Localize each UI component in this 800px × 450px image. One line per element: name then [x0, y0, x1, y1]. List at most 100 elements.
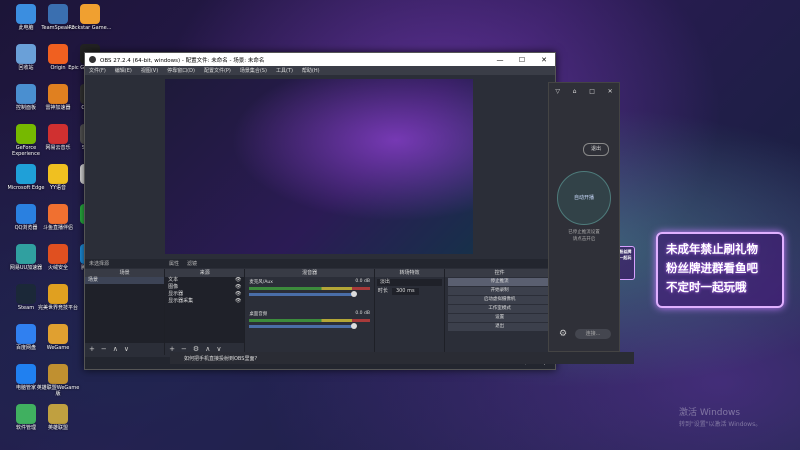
menu-help[interactable]: 帮助(H) [302, 67, 320, 74]
menu-file[interactable]: 文件(F) [89, 67, 106, 74]
notice-bar: 如何把手机直接投射到OBS里面? [170, 352, 634, 364]
scenes-header: 场景 [85, 269, 165, 277]
volume-slider[interactable] [249, 291, 358, 297]
connect-button[interactable]: 连接... [575, 329, 611, 339]
source-label: 文本 [168, 277, 179, 283]
menu-docks[interactable]: 停靠窗口(D) [167, 67, 195, 74]
duration-label: 时长 [377, 288, 388, 294]
preview-canvas[interactable]: 未成年禁止刷礼物 粉丝牌进群看鱼吧 不定时一起玩哦 [165, 79, 635, 280]
scene-item[interactable]: 场景 [85, 277, 165, 284]
app-icon [16, 244, 36, 264]
home-icon[interactable]: ⌂ [573, 88, 577, 95]
app-icon [48, 44, 68, 64]
down-icon[interactable]: ∨ [124, 345, 129, 353]
settings-button[interactable]: 设置 [448, 314, 551, 322]
hint-line: 请点击开启 [572, 237, 596, 242]
window-icon[interactable]: □ [589, 88, 595, 95]
desktop-icon[interactable]: 英雄联盟 [36, 404, 80, 431]
properties-button[interactable]: 属性 [169, 260, 179, 267]
app-icon [16, 284, 36, 304]
scenes-dock: 场景 场景 + − ∧ ∨ [85, 269, 166, 355]
start-recording-button[interactable]: 开始录制 [448, 287, 551, 295]
up-icon[interactable]: ∧ [113, 345, 118, 353]
volume-slider[interactable] [249, 323, 358, 329]
eye-icon[interactable]: 👁 [235, 298, 241, 305]
filters-button[interactable]: 滤镜 [187, 260, 197, 267]
menu-view[interactable]: 视图(V) [141, 67, 158, 74]
remove-icon[interactable]: − [101, 345, 107, 353]
mixer-header: 混音器 [245, 269, 374, 277]
add-icon[interactable]: + [89, 345, 95, 353]
sources-header: 来源 [165, 269, 245, 277]
desktop-icon[interactable]: 英雄联盟WeGame版 [36, 364, 80, 397]
app-icon [16, 164, 36, 184]
windows-activation-watermark: 激活 Windows 转到"设置"以激活 Windows。 [679, 408, 761, 430]
source-label: 图像 [168, 284, 179, 290]
minimize-icon[interactable]: — [489, 56, 511, 64]
volume-meter [249, 287, 370, 290]
promo-line: 未成年禁止刷礼物 [666, 242, 758, 256]
desktop-icon-label: 完美世界竞技平台 [37, 305, 78, 311]
sources-dock: 来源 文本 👁 图像 👁 显示器 👁 显示器采集 👁 + − ⚙ ∧ ∨ [165, 269, 246, 355]
mixer-channel-mic: 麦克风/Aux 0.0 dB [245, 277, 374, 309]
channel-name: 麦克风/Aux [249, 280, 273, 285]
stop-streaming-button[interactable]: 停止推流 [448, 278, 551, 286]
filter-icon[interactable]: ▽ [555, 88, 560, 95]
eye-icon[interactable]: 👁 [235, 291, 241, 298]
app-icon [16, 404, 36, 424]
app-icon [16, 324, 36, 344]
app-icon [48, 364, 68, 384]
app-icon [80, 4, 100, 24]
app-icon [16, 364, 36, 384]
desktop-icon-label: 英雄联盟WeGame版 [36, 385, 80, 397]
slider-knob[interactable] [351, 291, 358, 297]
studio-mode-button[interactable]: 工作室模式 [448, 305, 551, 313]
notice-text[interactable]: 如何把手机直接投射到OBS里面? [184, 355, 257, 362]
eye-icon[interactable]: 👁 [235, 284, 241, 291]
source-item[interactable]: 显示器 👁 [165, 291, 244, 298]
app-icon [48, 124, 68, 144]
app-icon [48, 84, 68, 104]
channel-level: 0.0 dB [355, 311, 370, 316]
no-source-label: 未选择源 [89, 261, 110, 267]
desktop-icon[interactable]: 完美世界竞技平台 [36, 284, 80, 311]
promo-line: 不定时一起玩哦 [666, 280, 747, 294]
close-icon[interactable]: ✕ [608, 88, 613, 95]
app-icon [16, 204, 36, 224]
menu-edit[interactable]: 编辑(E) [115, 67, 132, 74]
duration-input[interactable]: 300 ms [391, 288, 419, 295]
close-icon[interactable]: ✕ [533, 56, 555, 64]
menu-scene-collection[interactable]: 场景集合(S) [240, 67, 267, 74]
watermark-line: 转到"设置"以激活 Windows。 [679, 421, 762, 428]
source-item[interactable]: 显示器采集 👁 [165, 298, 244, 305]
source-label: 显示器 [168, 291, 184, 297]
duration-row: 时长 300 ms [375, 288, 444, 295]
transitions-header: 转场特效 [374, 269, 445, 277]
desktop-icon[interactable]: Rockstar Game... [68, 4, 112, 31]
desktop-icon[interactable]: WeGame [36, 324, 80, 351]
source-item[interactable]: 文本 👁 [165, 277, 244, 284]
app-icon [48, 244, 68, 264]
hint-line: 已停止推流设置 [568, 230, 600, 235]
obs-title: OBS 27.2.4 (64-bit, windows) - 配置文件: 未命名… [100, 57, 265, 64]
transition-select[interactable]: 淡出 [376, 279, 443, 286]
gear-icon[interactable]: ⚙ [559, 329, 567, 339]
slider-knob[interactable] [351, 323, 358, 329]
source-item[interactable]: 图像 👁 [165, 284, 244, 291]
desktop-icon-label: 英雄联盟 [47, 425, 68, 431]
exit-button[interactable]: 退出 [448, 323, 551, 331]
app-icon [16, 44, 36, 64]
app-icon [48, 4, 68, 24]
menu-profile[interactable]: 配置文件(P) [204, 67, 231, 74]
desktop-icon-label: Rockstar Game... [68, 25, 112, 31]
app-icon [16, 4, 36, 24]
auto-start-button[interactable]: 自动开播 [557, 171, 611, 225]
obs-titlebar[interactable]: OBS 27.2.4 (64-bit, windows) - 配置文件: 未命名… [85, 53, 555, 66]
obs-window[interactable]: OBS 27.2.4 (64-bit, windows) - 配置文件: 未命名… [84, 52, 635, 370]
menu-tools[interactable]: 工具(T) [276, 67, 293, 74]
maximize-icon[interactable]: ☐ [511, 56, 533, 64]
eye-icon[interactable]: 👁 [235, 277, 241, 284]
promo-banner: 未成年禁止刷礼物 粉丝牌进群看鱼吧 不定时一起玩哦 [656, 232, 784, 308]
virtual-camera-button[interactable]: 启动虚拟摄像机 [448, 296, 551, 304]
exit-button[interactable]: 退出 [583, 143, 609, 156]
